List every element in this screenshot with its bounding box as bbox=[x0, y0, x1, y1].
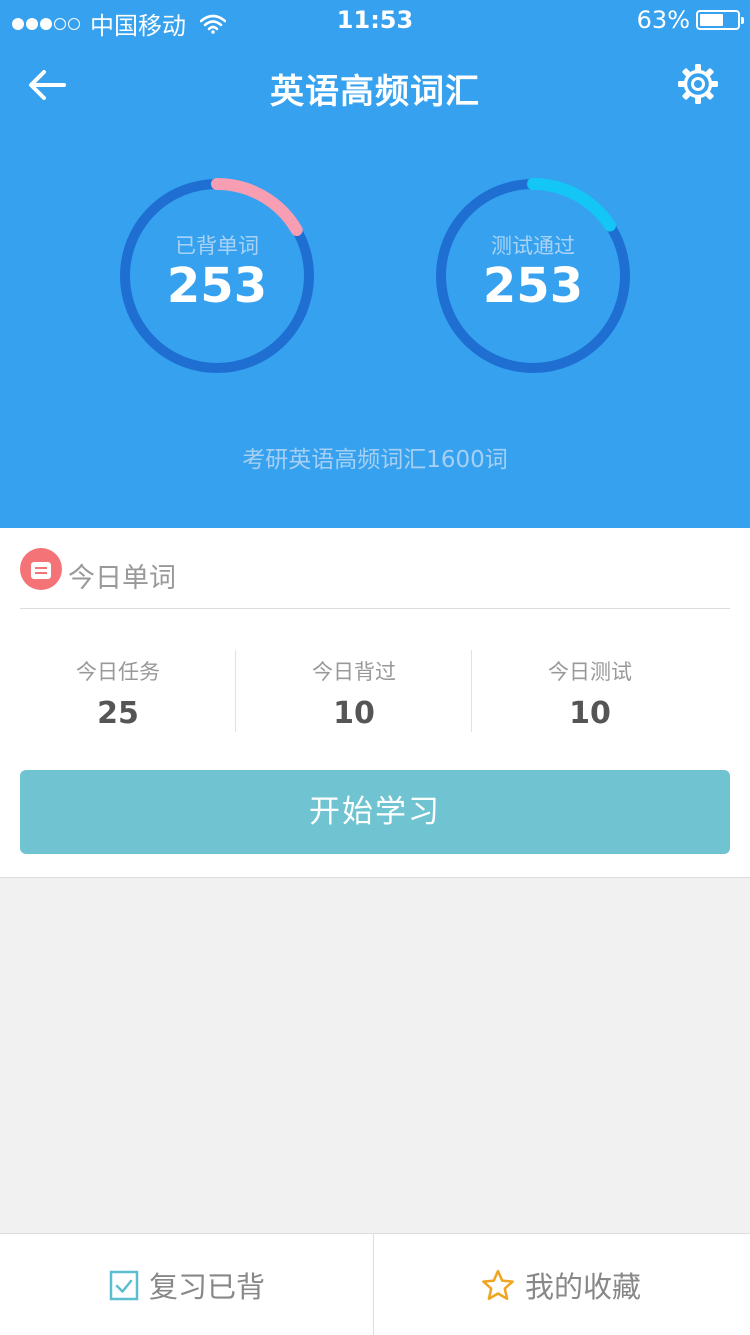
review-memorized-label: 复习已背 bbox=[148, 1269, 265, 1304]
stat-label: 今日背过 bbox=[312, 660, 396, 684]
status-right: 63% bbox=[636, 6, 744, 34]
star-icon bbox=[482, 1269, 514, 1300]
header-panel: 中国移动 11:53 63% 英语高频词汇 已背单词 253 测试通过 253 … bbox=[0, 0, 750, 528]
nav-bar: 英语高频词汇 bbox=[0, 50, 750, 120]
wordbook-name: 考研英语高频词汇1600词 bbox=[242, 447, 508, 473]
tested-value: 253 bbox=[482, 258, 584, 314]
review-memorized-button[interactable]: 复习已背 bbox=[0, 1234, 374, 1335]
stat-value: 25 bbox=[97, 696, 139, 731]
memorized-value: 253 bbox=[166, 258, 268, 314]
start-learning-button[interactable]: 开始学习 bbox=[20, 770, 730, 854]
battery-percent: 63% bbox=[636, 6, 690, 34]
document-icon bbox=[20, 548, 62, 590]
stat-label: 今日测试 bbox=[548, 660, 632, 684]
status-bar: 中国移动 11:53 63% bbox=[0, 0, 750, 40]
today-words-title: 今日单词 bbox=[68, 563, 176, 594]
tested-label: 测试通过 bbox=[491, 234, 575, 258]
memorized-label: 已背单词 bbox=[175, 234, 259, 258]
checkbox-icon bbox=[109, 1270, 139, 1300]
stat-value: 10 bbox=[569, 696, 611, 731]
my-favorites-label: 我的收藏 bbox=[524, 1269, 641, 1304]
stat-value: 10 bbox=[333, 696, 375, 731]
stat-label: 今日任务 bbox=[76, 660, 160, 684]
stat-task: 今日任务 25 bbox=[0, 650, 236, 734]
battery-icon bbox=[696, 10, 744, 30]
gear-icon[interactable] bbox=[676, 62, 720, 106]
stat-tested: 今日测试 10 bbox=[472, 650, 708, 734]
my-favorites-button[interactable]: 我的收藏 bbox=[374, 1234, 748, 1335]
today-words-header: 今日单词 bbox=[20, 548, 730, 609]
tested-words-ring: 测试通过 253 bbox=[433, 176, 633, 376]
tested-progress-arc bbox=[527, 178, 616, 232]
today-words-card: 今日单词 今日任务 25 今日背过 10 今日测试 10 开始学习 bbox=[0, 528, 750, 878]
today-stats: 今日任务 25 今日背过 10 今日测试 10 bbox=[0, 650, 750, 734]
bottom-bar: 复习已背 我的收藏 bbox=[0, 1233, 750, 1335]
stat-memorized: 今日背过 10 bbox=[236, 650, 472, 734]
memorized-words-ring: 已背单词 253 bbox=[117, 176, 317, 376]
page-title: 英语高频词汇 bbox=[270, 72, 480, 112]
memorized-progress-arc bbox=[211, 178, 303, 236]
